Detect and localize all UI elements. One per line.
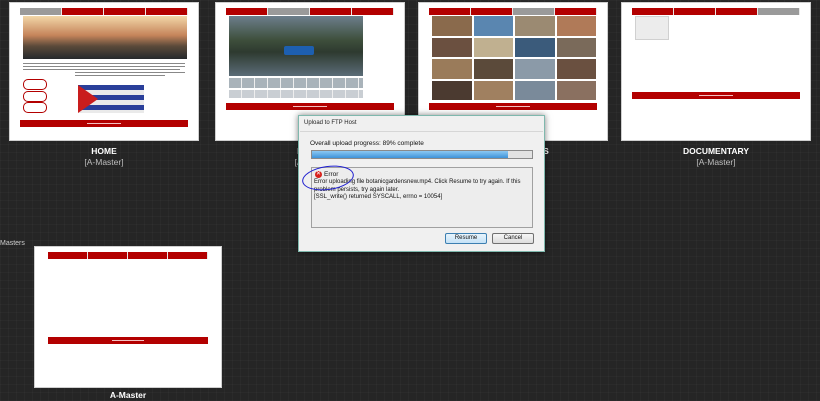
- thumbnail-footer: [20, 120, 188, 127]
- thumbnail-footer: [48, 337, 208, 344]
- progress-fill: [312, 151, 508, 158]
- thumbnail-button-1: [23, 79, 47, 90]
- thumbnail-hero-image: [23, 16, 187, 59]
- thumbnail-button-2: [23, 91, 47, 102]
- thumbnail-nav-bar: [20, 8, 188, 15]
- thumbnail-button-3: [23, 102, 47, 113]
- progress-label: Overall upload progress: 89% complete: [310, 140, 424, 147]
- thumbnail-footer: [632, 92, 800, 99]
- thumbnail-video-grid: [432, 16, 596, 100]
- thumbnail-footer: [429, 103, 597, 110]
- master-thumbnail-a-master[interactable]: [34, 246, 222, 388]
- page-master-documentary: [A-Master]: [696, 157, 736, 167]
- thumbnail-nav-bar: [226, 8, 394, 15]
- thumbnail-gallery-strip: [229, 90, 363, 98]
- thumbnail-flag-image: [78, 85, 144, 113]
- page-name-documentary[interactable]: DOCUMENTARY: [616, 146, 816, 156]
- page-thumbnail-home[interactable]: [9, 2, 199, 141]
- master-name-a-master[interactable]: A-Master: [28, 390, 228, 400]
- page-name-home[interactable]: HOME: [4, 146, 204, 156]
- thumbnail-nav-bar: [429, 8, 597, 15]
- page-thumbnail-documentary[interactable]: [621, 2, 811, 141]
- dialog-title: Upload to FTP Host: [304, 120, 357, 126]
- thumbnail-placeholder-image: [635, 16, 669, 40]
- thumbnail-nav-bar: [48, 252, 208, 259]
- masters-section-label: Masters: [0, 240, 25, 247]
- thumbnail-nav-bar: [632, 8, 800, 15]
- cancel-button[interactable]: Cancel: [492, 233, 534, 244]
- error-line: problem persists, try again later.: [314, 186, 400, 193]
- error-line: [SSL_write() returned SYSCALL, errno = 1…: [314, 194, 443, 200]
- resume-button[interactable]: Resume: [445, 233, 487, 244]
- upload-progress-bar: [311, 150, 533, 159]
- thumbnail-footer: [226, 103, 394, 110]
- page-master-home: [A-Master]: [84, 157, 124, 167]
- thumbnail-hero-image: [229, 16, 363, 76]
- thumbnail-gallery-strip: [229, 78, 363, 88]
